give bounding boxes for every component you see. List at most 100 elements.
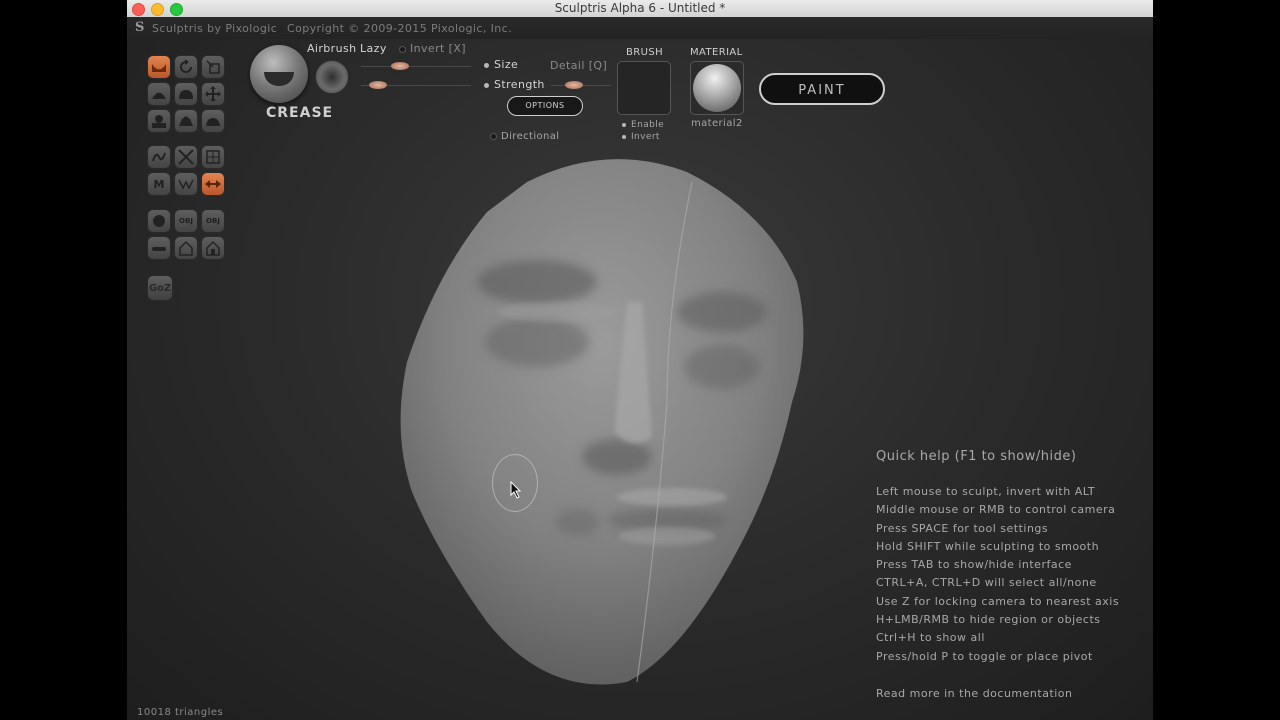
enable-label: Enable <box>631 120 665 130</box>
material-name: material2 <box>691 118 743 129</box>
alpha-invert-bullet-icon <box>622 134 626 139</box>
mesh-tools-group: M <box>147 145 225 196</box>
app-header: S Sculptris by Pixologic Copyright © 200… <box>127 17 1153 39</box>
window-titlebar: Sculptris Alpha 6 - Untitled * <box>127 0 1153 18</box>
invert-radio-icon <box>399 45 406 53</box>
sculptris-app: S Sculptris by Pixologic Copyright © 200… <box>127 17 1153 720</box>
size-option[interactable]: Size <box>484 58 518 71</box>
sculpt-mesh[interactable] <box>367 152 817 692</box>
detail-slider-knob[interactable] <box>565 81 583 89</box>
open-file-button[interactable] <box>174 236 198 260</box>
pinch-icon <box>179 116 193 126</box>
symmetry-arrows-icon <box>205 180 221 188</box>
goz-label: GoZ <box>148 282 172 294</box>
sculptris-logo-icon: S <box>135 20 145 35</box>
directional-toggle[interactable]: Directional <box>490 131 559 142</box>
mask-tool-button[interactable]: M <box>147 172 171 196</box>
inflate-tool-button[interactable] <box>174 82 198 106</box>
crease-tool-button[interactable] <box>147 55 171 79</box>
quick-help-line: Ctrl+H to show all <box>876 631 985 645</box>
lazy-slider-track[interactable] <box>361 66 471 67</box>
directional-radio-icon <box>490 132 497 140</box>
airbrush-toggle[interactable]: Airbrush <box>307 42 356 55</box>
brush-alpha-slot[interactable] <box>617 61 671 115</box>
draw-tool-button[interactable] <box>147 82 171 106</box>
wireframe-icon <box>178 149 194 165</box>
save-house-icon <box>206 240 220 256</box>
detail-label: Detail [Q] <box>550 59 608 72</box>
grid-tool-button[interactable] <box>201 145 225 169</box>
window-title: Sculptris Alpha 6 - Untitled * <box>554 1 726 15</box>
copyright-text: Copyright © 2009-2015 Pixologic, Inc. <box>287 22 512 35</box>
face-surface <box>400 159 804 685</box>
draw-icon <box>152 92 166 99</box>
file-tools-group: OBJ OBJ <box>147 209 225 260</box>
airbrush-slider-knob[interactable] <box>369 81 387 89</box>
plane-icon <box>152 247 166 251</box>
lazy-slider-knob[interactable] <box>391 62 409 70</box>
rotate-icon <box>180 59 192 73</box>
scale-tool-button[interactable] <box>201 55 225 79</box>
symmetry-toggle-button[interactable] <box>201 172 225 196</box>
triangle-count: 10018 triangles <box>137 707 224 718</box>
import-obj-icon: OBJ <box>179 217 193 225</box>
smooth-icon <box>206 118 220 126</box>
rotate-tool-button[interactable] <box>174 55 198 79</box>
paint-button[interactable]: PAINT <box>759 73 885 105</box>
smooth-tool-button[interactable] <box>201 109 225 133</box>
reduce-tool-button[interactable] <box>174 172 198 196</box>
symmetry-tool-button[interactable] <box>147 145 171 169</box>
crease-icon <box>152 64 166 72</box>
save-file-button[interactable] <box>201 236 225 260</box>
new-plane-button[interactable] <box>147 236 171 260</box>
enable-toggle[interactable]: Enable <box>622 120 664 130</box>
export-obj-icon: OBJ <box>206 217 220 225</box>
grid-icon <box>206 150 220 164</box>
material-preview[interactable] <box>690 61 744 115</box>
alpha-invert-toggle[interactable]: Invert <box>622 132 660 142</box>
import-obj-button[interactable]: OBJ <box>174 209 198 233</box>
brush-name: CREASE <box>266 105 334 121</box>
new-sphere-button[interactable] <box>147 209 171 233</box>
quick-help-title: Quick help (F1 to show/hide) <box>876 449 1077 464</box>
documentation-link[interactable]: Read more in the documentation <box>876 685 1119 703</box>
strength-option[interactable]: Strength <box>484 78 545 91</box>
brush-panel-title: BRUSH <box>626 47 663 58</box>
invert-label: Invert [X] <box>410 42 466 55</box>
mirror-m-icon: M <box>153 177 165 191</box>
quick-help-line: Hold SHIFT while sculpting to smooth <box>876 539 1100 553</box>
grab-tool-button[interactable] <box>201 82 225 106</box>
move-arrows-icon <box>205 86 221 102</box>
curve-icon <box>152 152 166 162</box>
brush-preview-icon[interactable] <box>250 45 308 103</box>
inflate-icon <box>179 90 193 99</box>
flatten-icon <box>152 115 166 128</box>
material-sphere-icon <box>693 64 741 112</box>
goz-button[interactable]: GoZ <box>147 275 173 301</box>
quick-help-line: Press SPACE for tool settings <box>876 521 1049 535</box>
strength-label: Strength <box>494 78 545 91</box>
enable-bullet-icon <box>622 122 626 127</box>
wireframe-tool-button[interactable] <box>174 145 198 169</box>
sphere-icon <box>153 215 165 227</box>
alpha-preview-icon[interactable] <box>315 60 349 94</box>
quick-help-line: H+LMB/RMB to hide region or objects <box>876 613 1101 627</box>
quick-help-line: Press TAB to show/hide interface <box>876 558 1072 572</box>
export-obj-button[interactable]: OBJ <box>201 209 225 233</box>
mouse-pointer-icon <box>510 481 522 499</box>
size-bullet-icon <box>484 62 489 68</box>
alpha-invert-label: Invert <box>631 132 660 142</box>
quick-help-line: Middle mouse or RMB to control camera <box>876 503 1116 517</box>
invert-toggle[interactable]: Invert [X] <box>399 42 466 55</box>
pinch-tool-button[interactable] <box>174 109 198 133</box>
material-panel-title: MATERIAL <box>690 47 743 58</box>
quick-help-line: Left mouse to sculpt, invert with ALT <box>876 485 1096 498</box>
strength-bullet-icon <box>484 82 489 88</box>
flatten-tool-button[interactable] <box>147 109 171 133</box>
quick-help-line: Use Z for locking camera to nearest axis <box>876 594 1120 608</box>
app-name: Sculptris by Pixologic <box>152 22 278 35</box>
size-label: Size <box>494 58 519 71</box>
options-button[interactable]: OPTIONS <box>507 96 583 116</box>
quick-help-panel: Quick help (F1 to show/hide) Left mouse … <box>876 449 1119 703</box>
lazy-toggle[interactable]: Lazy <box>360 42 387 55</box>
